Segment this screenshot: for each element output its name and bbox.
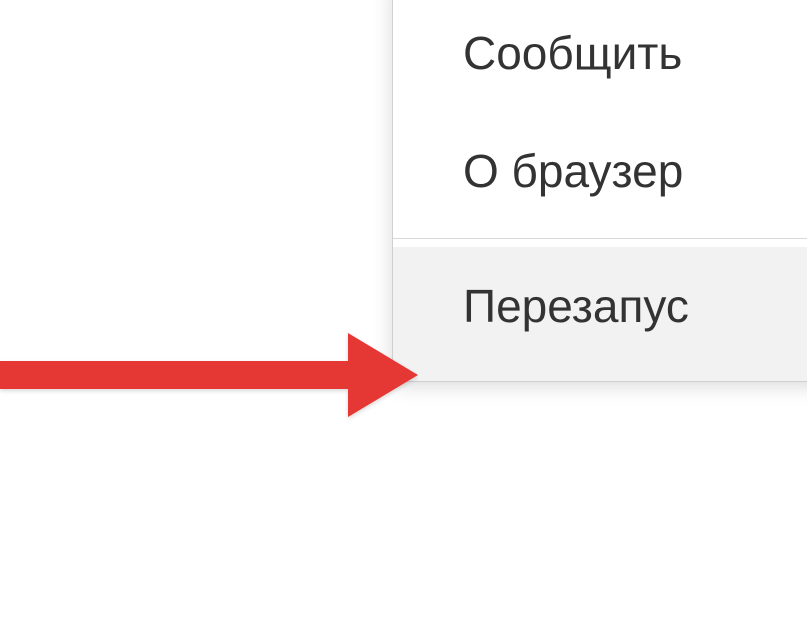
arrow-shaft xyxy=(0,361,360,389)
menu-item-about[interactable]: О браузер xyxy=(393,112,807,230)
arrow-head xyxy=(348,333,418,417)
menu-item-label: Сообщить xyxy=(463,27,682,79)
menu-item-restart[interactable]: Перезапус xyxy=(393,247,807,381)
pointer-arrow xyxy=(0,325,418,425)
menu-item-label: О браузер xyxy=(463,145,683,197)
menu-separator xyxy=(393,238,807,239)
menu-item-label: Перезапус xyxy=(463,280,689,332)
context-menu: Сообщить О браузер Перезапус xyxy=(392,0,807,382)
menu-item-report[interactable]: Сообщить xyxy=(393,0,807,112)
